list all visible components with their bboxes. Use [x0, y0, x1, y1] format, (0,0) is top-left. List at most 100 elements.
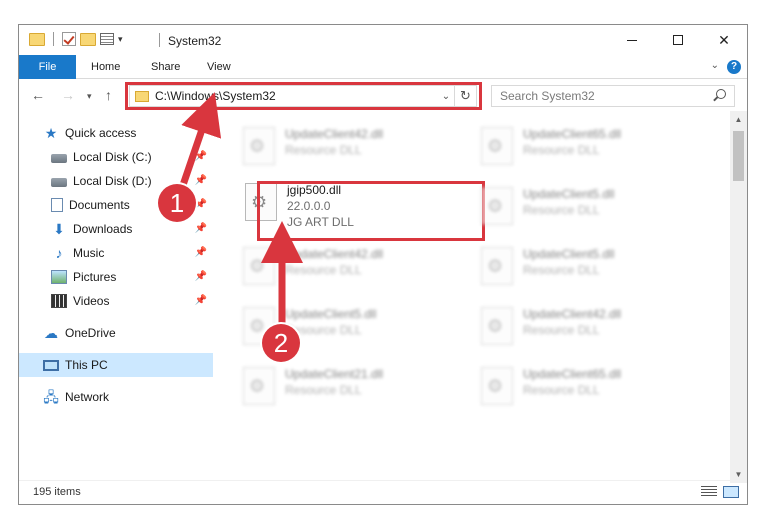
details-view-icon[interactable]: [701, 486, 717, 498]
file-name: UpdateClient5.dll: [523, 187, 615, 201]
pictures-icon: [51, 270, 67, 284]
file-tile[interactable]: UpdateClient65.dll Resource DLL: [475, 363, 701, 409]
pin-icon[interactable]: 📌: [195, 223, 207, 234]
properties-icon[interactable]: [100, 33, 114, 45]
file-tile[interactable]: UpdateClient65.dll Resource DLL: [475, 123, 701, 169]
dll-file-icon: [481, 367, 513, 405]
dll-file-icon: [481, 307, 513, 345]
new-folder-icon[interactable]: [80, 32, 96, 46]
sidebar-item-label: OneDrive: [65, 326, 116, 340]
sidebar-item-this-pc[interactable]: This PC: [19, 353, 213, 377]
pin-icon[interactable]: 📌: [195, 199, 207, 210]
sidebar-item-label: Pictures: [73, 270, 117, 284]
videos-icon: [51, 294, 67, 308]
tab-view[interactable]: View: [193, 55, 245, 79]
file-name: UpdateClient42.dll: [523, 307, 622, 321]
sidebar-item-label: Documents: [69, 198, 130, 212]
minimize-button[interactable]: [609, 25, 655, 55]
sidebar-item-label: Local Disk (C:): [73, 150, 152, 164]
title-bar: ▾ System32 ✕: [19, 25, 747, 55]
help-icon[interactable]: ?: [727, 60, 741, 74]
window-title-text: System32: [168, 34, 222, 48]
file-type: Resource DLL: [523, 203, 600, 217]
dll-file-icon: [243, 247, 275, 285]
ribbon-tabs: File Home Share View ⌄ ?: [19, 55, 747, 79]
file-type: Resource DLL: [285, 143, 362, 157]
close-button[interactable]: ✕: [701, 25, 747, 55]
forward-button[interactable]: →: [61, 87, 75, 103]
qat-dropdown-icon[interactable]: ▾: [118, 34, 123, 45]
expand-ribbon-icon[interactable]: ⌄: [711, 60, 719, 71]
quick-access-toolbar: ▾: [29, 32, 123, 46]
file-type: Resource DLL: [285, 383, 362, 397]
scroll-up-icon[interactable]: ▲: [730, 111, 747, 128]
navigation-pane: ★ Quick access Local Disk (C:) 📌 Local D…: [19, 117, 215, 481]
recent-locations-icon[interactable]: ▾: [87, 91, 92, 102]
toolbar-divider: [53, 32, 54, 46]
tiles-view-icon[interactable]: [723, 486, 739, 498]
disk-icon: [51, 153, 67, 163]
file-name: UpdateClient65.dll: [523, 367, 622, 381]
up-button[interactable]: ↑: [105, 87, 112, 103]
address-highlight-box: [125, 82, 482, 110]
file-type: Resource DLL: [523, 323, 600, 337]
file-type: Resource DLL: [523, 383, 600, 397]
file-tile[interactable]: UpdateClient5.dll Resource DLL: [475, 243, 701, 289]
status-bar: 195 items: [19, 480, 747, 504]
folder-icon: [29, 32, 45, 46]
tab-file[interactable]: File: [19, 55, 76, 79]
download-icon: ⬇: [53, 221, 65, 237]
pin-icon[interactable]: 📌: [195, 151, 207, 162]
pin-icon[interactable]: 📌: [195, 271, 207, 282]
file-type: Resource DLL: [285, 263, 362, 277]
documents-icon: [51, 198, 63, 212]
vertical-scrollbar[interactable]: ▲ ▼: [730, 111, 747, 483]
pin-icon[interactable]: 📌: [195, 175, 207, 186]
file-tile[interactable]: UpdateClient42.dll Resource DLL: [237, 243, 463, 289]
file-tile[interactable]: UpdateClient21.dll Resource DLL: [237, 363, 463, 409]
sidebar-item-label: Quick access: [65, 126, 137, 140]
sidebar-item-network[interactable]: 🖧 Network: [19, 385, 213, 409]
properties-check-icon[interactable]: [62, 32, 76, 46]
file-name: UpdateClient21.dll: [285, 367, 384, 381]
search-icon[interactable]: [716, 89, 726, 99]
pin-icon[interactable]: 📌: [195, 295, 207, 306]
sidebar-item-label: This PC: [65, 358, 108, 372]
file-highlight-box: [257, 181, 485, 241]
file-tile[interactable]: UpdateClient5.dll Resource DLL: [475, 183, 701, 229]
back-button[interactable]: ←: [31, 87, 45, 103]
sidebar-item-local-disk-c[interactable]: Local Disk (C:) 📌: [19, 145, 213, 169]
search-input[interactable]: [492, 86, 702, 106]
search-box[interactable]: [491, 85, 735, 107]
item-count: 195 items: [33, 486, 81, 498]
file-tile[interactable]: UpdateClient42.dll Resource DLL: [475, 303, 701, 349]
sidebar-item-label: Downloads: [73, 222, 133, 236]
dll-file-icon: [481, 187, 513, 225]
step-one-badge: 1: [158, 184, 196, 222]
music-icon: ♪: [55, 245, 63, 261]
dll-file-icon: [481, 247, 513, 285]
file-name: UpdateClient42.dll: [285, 247, 384, 261]
sidebar-item-label: Network: [65, 390, 110, 404]
sidebar-item-videos[interactable]: Videos 📌: [19, 289, 213, 313]
sidebar-item-onedrive[interactable]: ☁ OneDrive: [19, 321, 213, 345]
scrollbar-thumb[interactable]: [733, 131, 744, 181]
window-title: System32: [159, 33, 221, 48]
network-icon: 🖧: [43, 389, 59, 405]
sidebar-item-label: Local Disk (D:): [73, 174, 152, 188]
disk-icon: [51, 177, 67, 187]
dll-file-icon: [243, 367, 275, 405]
tab-home[interactable]: Home: [77, 55, 134, 79]
sidebar-item-music[interactable]: ♪ Music 📌: [19, 241, 213, 265]
maximize-button[interactable]: [655, 25, 701, 55]
dll-file-icon: [243, 127, 275, 165]
file-tile[interactable]: UpdateClient42.dll Resource DLL: [237, 123, 463, 169]
step-two-badge: 2: [262, 324, 300, 362]
pc-icon: [43, 359, 59, 371]
sidebar-item-label: Music: [73, 246, 105, 260]
file-list: UpdateClient42.dll Resource DLL UpdateCl…: [217, 117, 729, 477]
sidebar-item-pictures[interactable]: Pictures 📌: [19, 265, 213, 289]
pin-icon[interactable]: 📌: [195, 247, 207, 258]
sidebar-item-quick-access[interactable]: ★ Quick access: [43, 121, 213, 145]
tab-share[interactable]: Share: [137, 55, 194, 79]
